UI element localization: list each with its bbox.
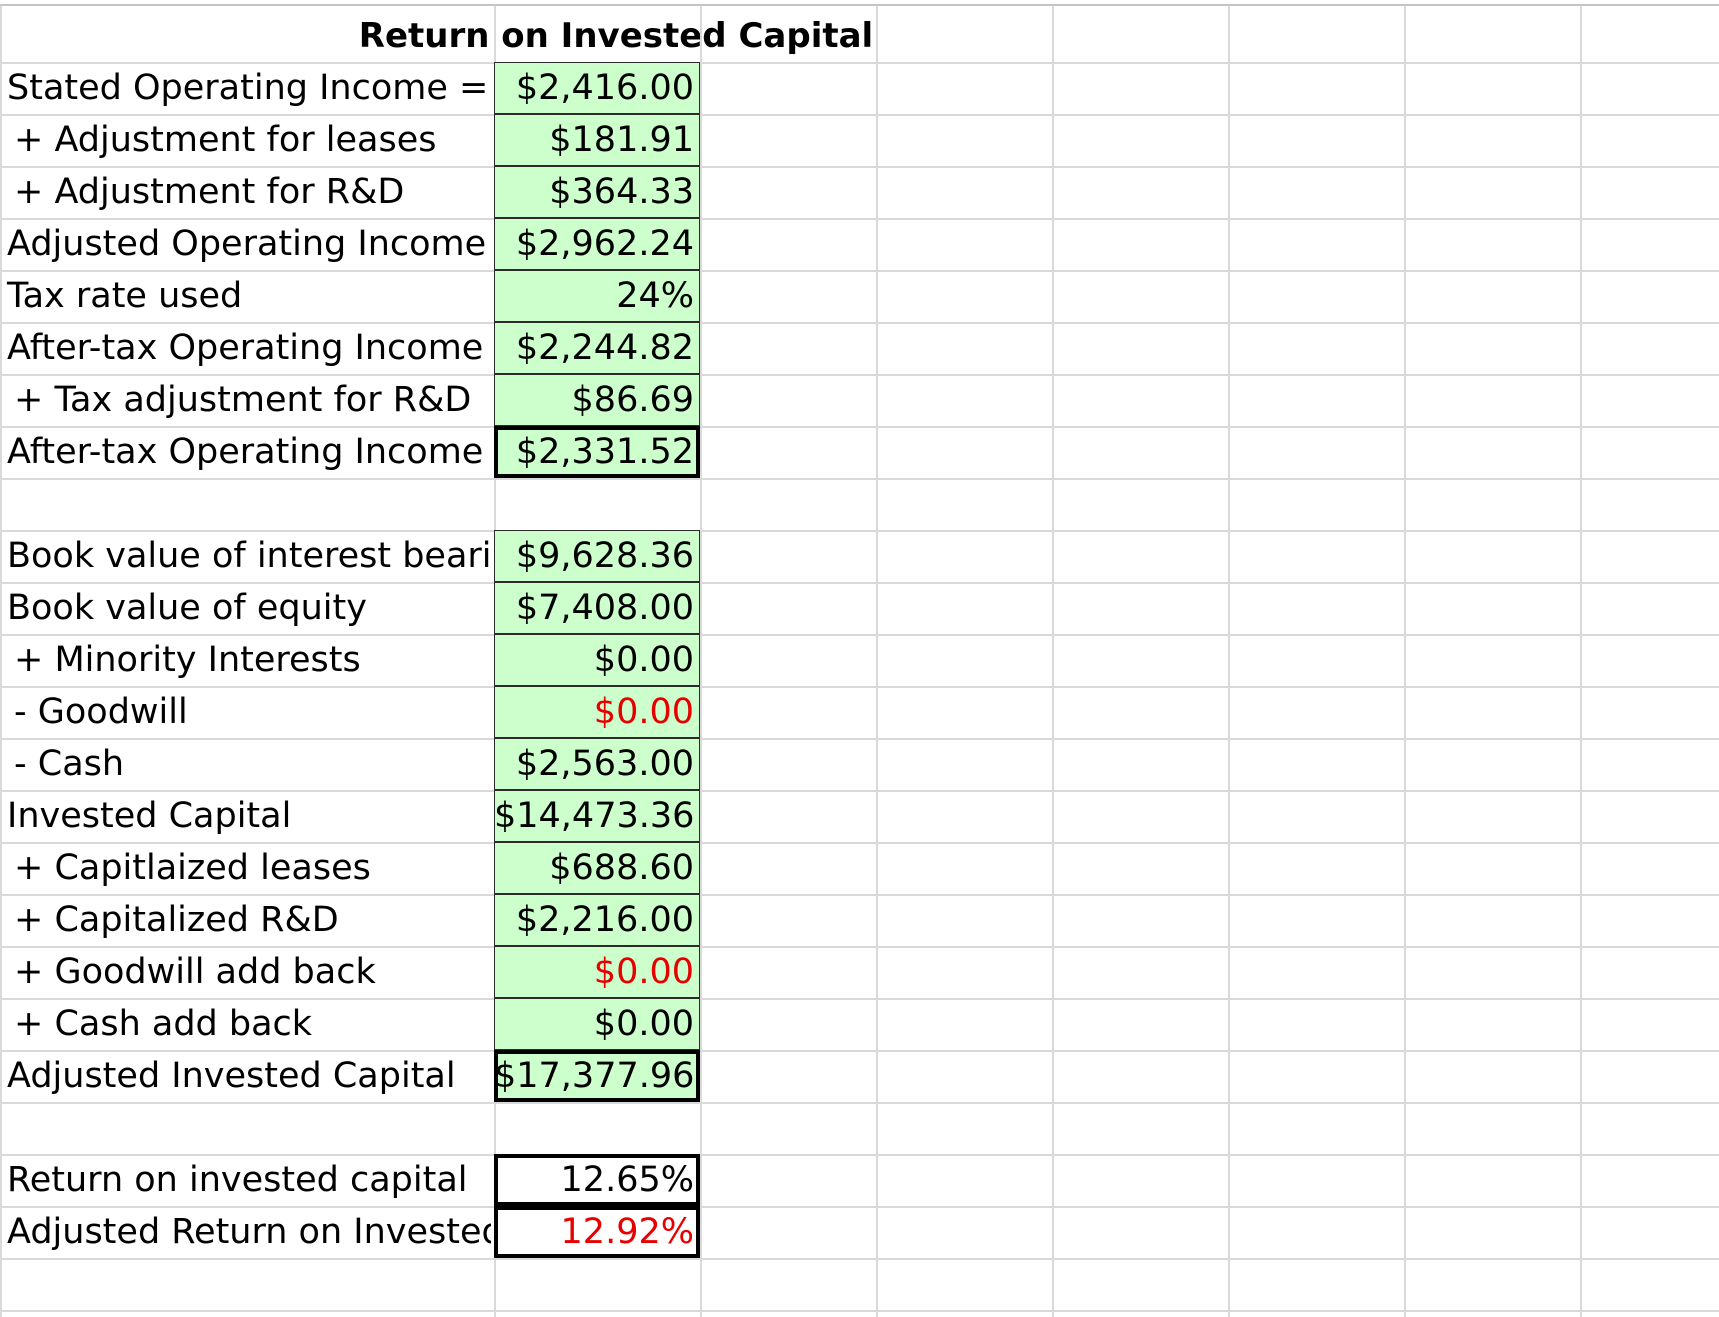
column-gridline xyxy=(876,6,878,1317)
value-goodwill-add-back[interactable]: $0.00 xyxy=(494,946,694,998)
value-minority-interests[interactable]: $0.00 xyxy=(494,634,694,686)
label-goodwill-add-back[interactable]: + Goodwill add back xyxy=(14,946,376,998)
label-tax-adjustment-for-rd[interactable]: + Tax adjustment for R&D xyxy=(14,374,471,426)
label-return-on-invested-capital[interactable]: Return on invested capital xyxy=(7,1154,468,1206)
label-after-tax-operating-income-total[interactable]: After-tax Operating Income xyxy=(7,426,483,478)
label-adjusted-return-on-invested-capital[interactable]: Adjusted Return on Invested Ca xyxy=(7,1206,491,1258)
spreadsheet-grid[interactable]: Return on Invested Capital Stated Operat… xyxy=(0,0,1719,1317)
grid-top-border xyxy=(0,4,1719,6)
value-adjusted-operating-income[interactable]: $2,962.24 xyxy=(494,218,694,270)
value-book-value-interest-bearing-debt[interactable]: $9,628.36 xyxy=(494,530,694,582)
value-after-tax-operating-income-total[interactable]: $2,331.52 xyxy=(494,426,694,478)
label-book-value-of-equity[interactable]: Book value of equity xyxy=(7,582,367,634)
value-capitalized-leases[interactable]: $688.60 xyxy=(494,842,694,894)
label-capitalized-rd[interactable]: + Capitalized R&D xyxy=(14,894,339,946)
row-gridline xyxy=(0,686,1719,688)
label-capitalized-leases[interactable]: + Capitlaized leases xyxy=(14,842,371,894)
column-gridline xyxy=(700,6,702,1317)
value-adjusted-invested-capital[interactable]: $17,377.96 xyxy=(494,1050,694,1102)
value-invested-capital[interactable]: $14,473.36 xyxy=(494,790,694,842)
label-minority-interests[interactable]: + Minority Interests xyxy=(14,634,361,686)
value-stated-operating-income[interactable]: $2,416.00 xyxy=(494,62,694,114)
value-cash[interactable]: $2,563.00 xyxy=(494,738,694,790)
column-gridline xyxy=(1580,6,1582,1317)
grid-left-border xyxy=(0,6,2,1317)
label-adjusted-invested-capital[interactable]: Adjusted Invested Capital xyxy=(7,1050,456,1102)
row-gridline xyxy=(0,738,1719,740)
label-invested-capital[interactable]: Invested Capital xyxy=(7,790,291,842)
row-gridline xyxy=(0,1310,1719,1312)
value-return-on-invested-capital[interactable]: 12.65% xyxy=(494,1154,694,1206)
value-cash-add-back[interactable]: $0.00 xyxy=(494,998,694,1050)
label-adjustment-for-leases[interactable]: + Adjustment for leases xyxy=(14,114,436,166)
value-adjustment-for-leases[interactable]: $181.91 xyxy=(494,114,694,166)
label-tax-rate-used[interactable]: Tax rate used xyxy=(7,270,242,322)
value-after-tax-operating-income[interactable]: $2,244.82 xyxy=(494,322,694,374)
value-adjusted-return-on-invested-capital[interactable]: 12.92% xyxy=(494,1206,694,1258)
label-after-tax-operating-income[interactable]: After-tax Operating Income xyxy=(7,322,483,374)
sheet-title: Return on Invested Capital xyxy=(358,16,874,56)
column-gridline xyxy=(1228,6,1230,1317)
label-cash-add-back[interactable]: + Cash add back xyxy=(14,998,312,1050)
value-book-value-of-equity[interactable]: $7,408.00 xyxy=(494,582,694,634)
label-book-value-interest-bearing-debt[interactable]: Book value of interest bearing xyxy=(7,530,491,582)
value-goodwill[interactable]: $0.00 xyxy=(494,686,694,738)
value-tax-rate-used[interactable]: 24% xyxy=(494,270,694,322)
label-stated-operating-income[interactable]: Stated Operating Income = xyxy=(7,62,488,114)
row-gridline xyxy=(0,270,1719,272)
column-gridline xyxy=(1052,6,1054,1317)
value-capitalized-rd[interactable]: $2,216.00 xyxy=(494,894,694,946)
label-cash[interactable]: - Cash xyxy=(14,738,124,790)
label-goodwill[interactable]: - Goodwill xyxy=(14,686,188,738)
value-adjustment-for-rd[interactable]: $364.33 xyxy=(494,166,694,218)
row-gridline xyxy=(0,1258,1719,1260)
label-adjusted-operating-income[interactable]: Adjusted Operating Income xyxy=(7,218,486,270)
column-gridline xyxy=(1404,6,1406,1317)
row-gridline xyxy=(0,1102,1719,1104)
value-tax-adjustment-for-rd[interactable]: $86.69 xyxy=(494,374,694,426)
label-adjustment-for-rd[interactable]: + Adjustment for R&D xyxy=(14,166,404,218)
row-gridline xyxy=(0,478,1719,480)
